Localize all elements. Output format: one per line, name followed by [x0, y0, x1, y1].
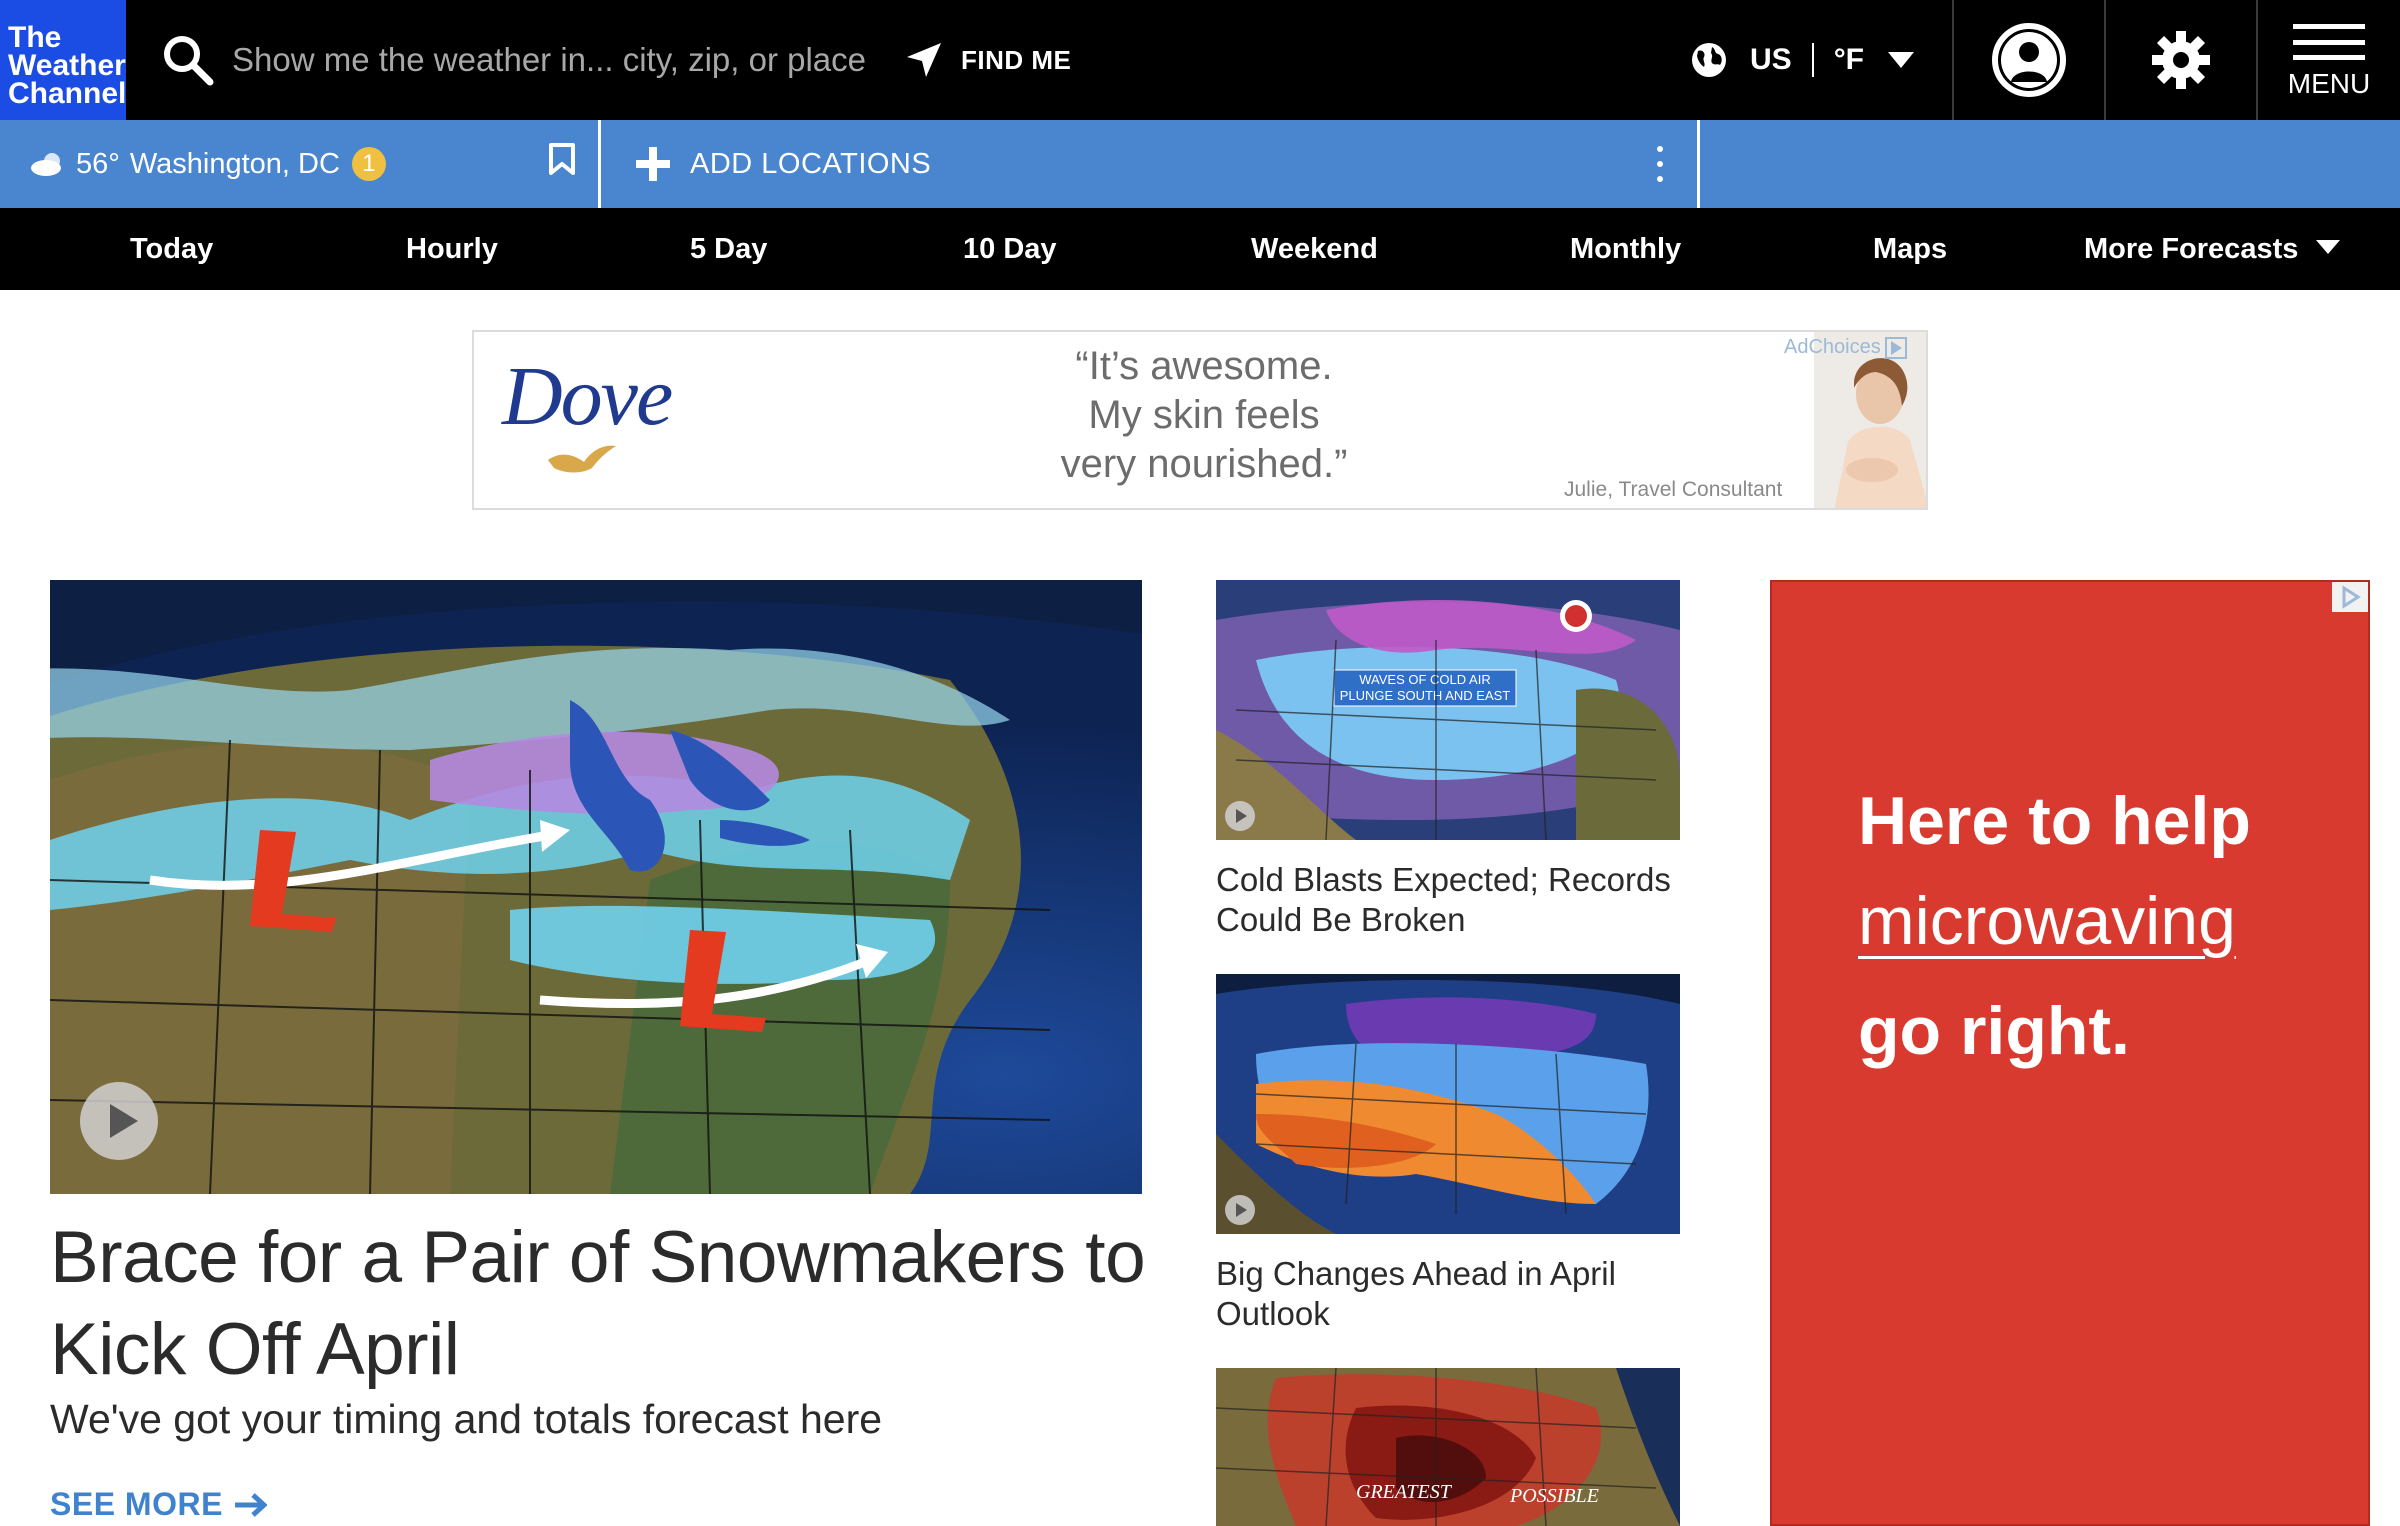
story-thumbnail[interactable]: WAVES OF COLD AIR PLUNGE SOUTH AND EAST: [1216, 580, 1680, 840]
weather-map-image: [50, 580, 1142, 1194]
nav-hourly[interactable]: Hourly: [406, 208, 498, 290]
ad-headline-line: go right.: [1858, 993, 2130, 1069]
see-more-link[interactable]: SEE MORE: [50, 1486, 267, 1523]
gear-icon: [2152, 31, 2210, 89]
menu-button[interactable]: MENU: [2256, 0, 2400, 120]
ad-headline-line: Here to help: [1858, 783, 2251, 859]
nav-more-forecasts[interactable]: More Forecasts: [2084, 208, 2341, 290]
story-thumbnail[interactable]: [1216, 974, 1680, 1234]
partly-cloudy-icon: [31, 153, 61, 176]
current-temperature: 56°: [76, 147, 120, 180]
play-icon[interactable]: [1224, 800, 1256, 832]
ad-quote: “It’s awesome. My skin feels very nouris…: [1034, 342, 1374, 489]
settings-button[interactable]: [2104, 0, 2256, 120]
adchoices-label: AdChoices: [1784, 336, 1881, 358]
nav-5-day[interactable]: 5 Day: [690, 208, 767, 290]
location-bar: 56° Washington, DC 1 ADD LOCATIONS: [0, 120, 2400, 208]
hero-headline[interactable]: Brace for a Pair of Snowmakers to Kick O…: [50, 1212, 1150, 1396]
adchoices-icon: [1884, 336, 1907, 359]
menu-label: MENU: [2287, 68, 2371, 99]
play-icon[interactable]: [1224, 1194, 1256, 1226]
globe-icon: [1692, 43, 1726, 77]
caret-down-icon: [2316, 240, 2341, 255]
location-arrow-icon: [907, 43, 941, 77]
story-card[interactable]: WAVES OF COLD AIR PLUNGE SOUTH AND EAST …: [1216, 580, 1680, 940]
region-label: US: [1750, 43, 1792, 76]
play-icon[interactable]: [78, 1080, 160, 1162]
map-caption-line: POSSIBLE: [1509, 1485, 1599, 1507]
hero-video-thumbnail[interactable]: [50, 580, 1142, 1194]
logo-line-1: The: [8, 21, 62, 54]
nav-more-forecasts-label: More Forecasts: [2084, 233, 2299, 265]
nav-today[interactable]: Today: [130, 208, 213, 290]
nav-weekend[interactable]: Weekend: [1251, 208, 1378, 290]
search-icon[interactable]: [160, 32, 216, 88]
divider: [1697, 120, 1700, 208]
ad-quote-line: My skin feels: [1088, 393, 1320, 437]
map-caption-line: GREATEST: [1356, 1481, 1453, 1503]
ad-quote-line: very nourished.”: [1060, 442, 1348, 486]
add-locations-label: ADD LOCATIONS: [690, 147, 932, 180]
user-account-button[interactable]: [1952, 0, 2104, 120]
cold-air-map-image: WAVES OF COLD AIR PLUNGE SOUTH AND EAST: [1216, 580, 1680, 840]
nav-maps[interactable]: Maps: [1873, 208, 1947, 290]
top-header: The Weather Channel FIND ME US °F: [0, 0, 2400, 120]
story-thumbnail[interactable]: GREATEST POSSIBLE: [1216, 1368, 1680, 1526]
hero-subtitle: We've got your timing and totals forecas…: [50, 1396, 883, 1442]
plus-icon: [636, 147, 670, 181]
current-location[interactable]: 56° Washington, DC 1: [0, 120, 598, 208]
region-unit-selector[interactable]: US °F: [1690, 36, 1915, 84]
find-me-label: FIND ME: [961, 44, 1072, 75]
story-card[interactable]: GREATEST POSSIBLE: [1216, 1368, 1680, 1526]
alert-count-badge[interactable]: 1: [351, 147, 386, 181]
hamburger-icon: [2293, 24, 2365, 60]
kebab-icon[interactable]: [1650, 146, 1670, 182]
ad-quote-line: “It’s awesome.: [1075, 344, 1333, 388]
search-input[interactable]: [232, 41, 872, 79]
logo-line-2: Weather: [8, 49, 126, 82]
map-caption-line: PLUNGE SOUTH AND EAST: [1340, 688, 1511, 703]
ad-headline-line: microwaving: [1858, 883, 2236, 959]
sidebar-ad[interactable]: Here to help microwaving go right.: [1770, 580, 2370, 1526]
forecast-nav: Today Hourly 5 Day 10 Day Weekend Monthl…: [0, 208, 2400, 290]
story-card[interactable]: Big Changes Ahead in April Outlook: [1216, 974, 1680, 1334]
add-locations-button[interactable]: ADD LOCATIONS: [636, 120, 931, 208]
nav-10-day[interactable]: 10 Day: [963, 208, 1057, 290]
severe-weather-map-image: GREATEST POSSIBLE: [1216, 1368, 1680, 1526]
current-city: Washington, DC: [129, 147, 340, 180]
divider: [1811, 43, 1814, 77]
april-outlook-map-image: [1216, 974, 1680, 1234]
user-icon: [1992, 23, 2066, 97]
adchoices-icon[interactable]: [2332, 582, 2368, 612]
bookmark-icon[interactable]: [548, 142, 576, 176]
weather-channel-logo[interactable]: The Weather Channel: [0, 0, 126, 120]
dove-bird-icon: [548, 445, 616, 473]
story-headline[interactable]: Cold Blasts Expected; Records Could Be B…: [1216, 860, 1680, 940]
ad-attribution: Julie, Travel Consultant: [1564, 478, 1783, 501]
dove-banner-ad[interactable]: Dove “It’s awesome. My skin feels very n…: [472, 330, 1928, 510]
unit-label: °F: [1833, 43, 1865, 76]
search-bar: [160, 28, 880, 92]
logo-line-3: Channel: [8, 77, 127, 110]
dove-logo: Dove: [502, 350, 673, 443]
story-headline[interactable]: Big Changes Ahead in April Outlook: [1216, 1254, 1680, 1334]
nav-monthly[interactable]: Monthly: [1570, 208, 1681, 290]
adchoices-link[interactable]: AdChoices: [1784, 336, 1907, 359]
see-more-label: SEE MORE: [50, 1486, 223, 1522]
chevron-down-icon: [1888, 52, 1915, 68]
find-me-button[interactable]: FIND ME: [905, 36, 1071, 84]
arrow-right-icon: [234, 1492, 267, 1517]
divider: [598, 120, 601, 208]
map-caption-line: WAVES OF COLD AIR: [1359, 672, 1490, 687]
